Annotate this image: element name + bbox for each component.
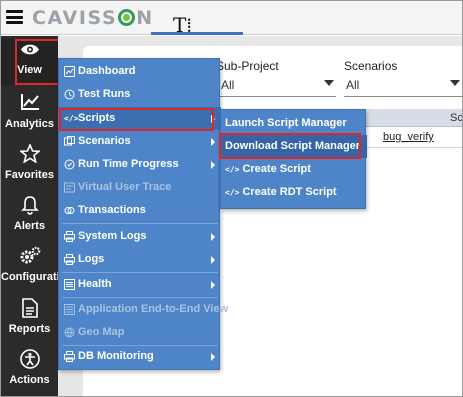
globe-icon (64, 327, 75, 338)
accessibility-icon (1, 349, 58, 371)
scenarios-select[interactable]: All (344, 75, 462, 97)
health-icon (64, 279, 75, 290)
sidebar-item-reports[interactable]: Reports (1, 298, 58, 335)
menu-item-logs[interactable]: Logs (59, 248, 221, 271)
submenu-item-download-script-manager[interactable]: Download Script Manager (221, 135, 367, 158)
sidebar-item-view[interactable]: View (1, 39, 58, 85)
scenarios-label: Scenarios (344, 59, 398, 73)
menu-item-label: Application End-to-End View (78, 303, 229, 315)
view-dropdown-menu: Dashboard Test Runs </> Scripts Scenario… (58, 58, 228, 370)
printer-icon (64, 351, 75, 362)
menu-item-label: Scenarios (78, 135, 131, 147)
menu-item-label: DB Monitoring (78, 350, 154, 362)
gears-icon (1, 246, 58, 268)
sidebar-item-favorites[interactable]: Favorites (1, 144, 58, 181)
menu-item-scenarios[interactable]: Scenarios (59, 130, 221, 153)
chevron-right-icon (211, 281, 215, 289)
menu-item-label: Health (78, 278, 112, 290)
trace-icon (64, 182, 75, 193)
chevron-right-icon (211, 138, 215, 146)
submenu-item-create-rdt-script[interactable]: </> Create RDT Script (221, 181, 367, 204)
submenu-item-label: Download Script Manager (225, 140, 361, 152)
sidebar-item-label: Analytics (5, 118, 54, 130)
menu-item-system-logs[interactable]: System Logs (59, 225, 221, 248)
sidebar-item-label: Reports (8, 323, 51, 335)
history-icon (64, 89, 75, 100)
e2e-icon (64, 304, 75, 315)
submenu-item-label: Create Script (242, 163, 311, 175)
code-icon: </> (64, 114, 79, 123)
document-icon (1, 298, 58, 320)
eye-icon (1, 39, 58, 61)
scripts-submenu: Launch Script Manager Download Script Ma… (220, 109, 367, 209)
menu-item-scripts[interactable]: </> Scripts (59, 107, 221, 130)
active-tab-indicator (151, 32, 243, 35)
menu-item-label: Test Runs (78, 88, 131, 100)
star-icon (1, 144, 58, 166)
submenu-item-label: Create RDT Script (242, 186, 337, 198)
menu-divider (62, 223, 218, 224)
subproject-label: Sub-Project (216, 59, 279, 73)
sidebar-item-label: Alerts (13, 220, 46, 232)
top-bar: CAVISS N T⁞ (1, 1, 462, 37)
menu-item-dashboard[interactable]: Dashboard (59, 60, 221, 83)
menu-item-label: Geo Map (78, 326, 125, 338)
submenu-item-label: Launch Script Manager (225, 117, 347, 129)
chevron-right-icon (211, 256, 215, 264)
transactions-icon (64, 207, 75, 214)
scenario-link[interactable]: bug_verify (383, 131, 434, 143)
sidebar-item-label: Favorites (5, 169, 54, 181)
menu-item-run-time-progress[interactable]: Run Time Progress (59, 153, 221, 176)
sidebar-item-alerts[interactable]: Alerts (1, 195, 58, 232)
chevron-right-icon (211, 353, 215, 361)
sidebar-item-configuration[interactable]: Configuratio (1, 246, 67, 283)
menu-item-application-end-to-end-view: Application End-to-End View (59, 298, 228, 321)
brand-logo-o-icon (118, 9, 136, 26)
menu-item-label: Run Time Progress (78, 158, 179, 170)
scenarios-select-value: All (346, 78, 360, 92)
chevron-down-icon (324, 80, 334, 86)
menu-item-geo-map: Geo Map (59, 321, 221, 344)
menu-item-label: System Logs (78, 230, 147, 242)
chevron-right-icon (211, 233, 215, 241)
menu-item-virtual-user-trace: Virtual User Trace (59, 176, 221, 199)
submenu-item-create-script[interactable]: </> Create Script (221, 158, 367, 181)
left-sidebar: View Analytics Favorites Alerts Configur… (1, 36, 67, 396)
subproject-select[interactable]: All (216, 75, 336, 97)
menu-item-health[interactable]: Health (59, 273, 221, 296)
menu-item-label: Transactions (78, 204, 146, 216)
menu-item-db-monitoring[interactable]: DB Monitoring (59, 345, 221, 368)
hamburger-menu-icon[interactable] (6, 10, 23, 24)
brand-logo: CAVISS N (32, 7, 154, 29)
menu-item-transactions[interactable]: Transactions (59, 199, 221, 222)
code-icon: </> (225, 188, 240, 197)
bell-icon (1, 195, 58, 217)
menu-item-label: Virtual User Trace (78, 181, 172, 193)
printer-icon (64, 254, 75, 265)
sidebar-item-label: Configuratio (1, 271, 67, 283)
menu-item-label: Scripts (78, 112, 116, 124)
sidebar-item-analytics[interactable]: Analytics (1, 93, 58, 130)
app-window: CAVISS N T⁞ View Analytics Favorites Ale… (0, 0, 463, 397)
table-header-cell: Sc (450, 112, 463, 124)
line-chart-icon (1, 93, 58, 115)
printer-icon (64, 231, 75, 242)
dashboard-icon (64, 66, 75, 77)
sidebar-item-actions[interactable]: Actions (1, 349, 58, 386)
sidebar-item-label: View (17, 64, 42, 76)
subproject-select-value: All (221, 78, 235, 92)
sidebar-item-label: Actions (9, 374, 50, 386)
menu-item-label: Dashboard (78, 65, 136, 77)
chevron-right-icon (211, 161, 215, 169)
menu-item-test-runs[interactable]: Test Runs (59, 83, 221, 106)
chevron-right-icon (211, 115, 215, 123)
code-icon: </> (225, 165, 240, 174)
menu-item-label: Logs (78, 253, 105, 265)
chevron-down-icon (450, 80, 460, 86)
submenu-item-launch-script-manager[interactable]: Launch Script Manager (221, 112, 367, 135)
scenarios-icon (64, 136, 75, 146)
progress-icon (64, 159, 75, 170)
